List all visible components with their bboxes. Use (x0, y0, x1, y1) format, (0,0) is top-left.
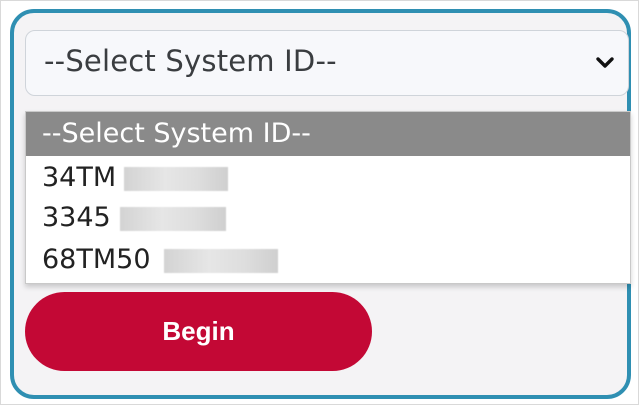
redaction-blur (124, 167, 228, 191)
redaction-blur (164, 249, 278, 273)
chevron-down-icon (596, 57, 614, 68)
dropdown-option-system-id[interactable]: 3345 (26, 198, 630, 238)
begin-button[interactable]: Begin (25, 292, 372, 371)
dropdown-option-placeholder[interactable]: --Select System ID-- (26, 112, 630, 156)
system-id-select[interactable]: --Select System ID-- (25, 30, 629, 96)
select-current-value: --Select System ID-- (44, 44, 337, 78)
option-label: 3345 (42, 202, 111, 233)
screenshot-frame: --Select System ID-- --Select System ID-… (0, 0, 639, 405)
option-label: 68TM50 (42, 244, 151, 275)
system-id-dropdown-list: --Select System ID-- 34TM 3345 68TM50 (25, 111, 631, 284)
redaction-blur (120, 207, 226, 231)
option-label: 34TM (42, 162, 117, 193)
dropdown-option-system-id[interactable]: 68TM50 (26, 240, 630, 280)
dropdown-option-system-id[interactable]: 34TM (26, 158, 630, 198)
option-label: --Select System ID-- (42, 118, 311, 149)
